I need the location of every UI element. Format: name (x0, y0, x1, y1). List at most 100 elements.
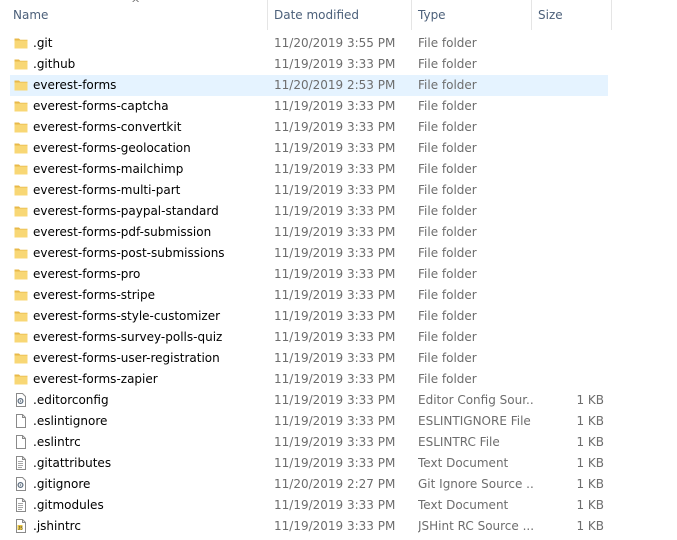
file-row[interactable]: everest-forms-paypal-standard 11/19/2019 … (10, 201, 608, 222)
file-name: everest-forms-pdf-submission (33, 225, 212, 239)
file-type: File folder (418, 351, 477, 365)
column-divider[interactable] (411, 0, 412, 30)
file-size: 1 KB (576, 477, 604, 491)
file-size (540, 348, 604, 369)
file-row[interactable]: everest-forms-convertkit 11/19/2019 3:33 … (10, 117, 608, 138)
file-name: .eslintrc (33, 435, 81, 449)
folder-icon (14, 222, 28, 243)
column-divider[interactable] (611, 0, 612, 30)
file-type: Text Document (418, 456, 509, 470)
file-type: File folder (418, 120, 477, 134)
file-type: File folder (418, 309, 477, 323)
file-row[interactable]: everest-forms-mailchimp 11/19/2019 3:33 P… (10, 159, 608, 180)
file-date-modified: 11/19/2019 3:33 PM (274, 519, 396, 533)
folder-icon (14, 180, 28, 201)
file-size (540, 75, 604, 96)
file-row[interactable]: .git 11/20/2019 3:55 PM File folder (10, 33, 608, 54)
file-row[interactable]: everest-forms-stripe 11/19/2019 3:33 PM Fi… (10, 285, 608, 306)
file-size: 1 KB (576, 414, 604, 428)
file-date-modified: 11/20/2019 2:53 PM (274, 78, 396, 92)
folder-icon (14, 117, 28, 138)
file-size (540, 222, 604, 243)
file-row[interactable]: everest-forms-style-customizer 11/19/2019… (10, 306, 608, 327)
file-date-modified: 11/19/2019 3:33 PM (274, 414, 396, 428)
file-name: everest-forms-mailchimp (33, 162, 184, 176)
file-row[interactable]: .editorconfig 11/19/2019 3:33 PM Editor Co… (10, 390, 608, 411)
file-name: .gitattributes (33, 456, 112, 470)
file-type: File folder (418, 162, 477, 176)
file-row[interactable]: everest-forms-captcha 11/19/2019 3:33 PM F… (10, 96, 608, 117)
script-file-icon: JS (14, 516, 28, 537)
file-type: File folder (418, 183, 477, 197)
file-row[interactable]: everest-forms-pdf-submission 11/19/2019 3… (10, 222, 608, 243)
column-divider[interactable] (267, 0, 268, 30)
file-name: everest-forms-stripe (33, 288, 155, 302)
column-header-size[interactable]: Size (538, 0, 608, 30)
file-date-modified: 11/19/2019 3:33 PM (274, 435, 396, 449)
file-row[interactable]: everest-forms 11/20/2019 2:53 PM File fold… (10, 75, 608, 96)
file-row[interactable]: everest-forms-pro 11/19/2019 3:33 PM File … (10, 264, 608, 285)
file-name: .gitignore (33, 477, 91, 491)
file-name: everest-forms-paypal-standard (33, 204, 219, 218)
column-header-name[interactable]: Name (13, 0, 263, 30)
file-size (540, 285, 604, 306)
file-date-modified: 11/19/2019 3:33 PM (274, 393, 396, 407)
file-type: JSHint RC Source ... (418, 519, 534, 533)
file-type: Text Document (418, 498, 509, 512)
file-type: ESLINTRC File (418, 435, 500, 449)
file-name: everest-forms-multi-part (33, 183, 181, 197)
file-type: File folder (418, 288, 477, 302)
column-header-bar: ^ Name Date modified Type Size (0, 0, 677, 30)
file-type: ESLINTIGNORE File (418, 414, 531, 428)
file-name: everest-forms-user-registration (33, 351, 220, 365)
file-row[interactable]: everest-forms-geolocation 11/19/2019 3:33… (10, 138, 608, 159)
file-name: everest-forms (33, 78, 117, 92)
text-file-icon (14, 453, 28, 474)
file-date-modified: 11/19/2019 3:33 PM (274, 330, 396, 344)
file-date-modified: 11/19/2019 3:33 PM (274, 351, 396, 365)
file-row[interactable]: .gitmodules 11/19/2019 3:33 PM Text Docume… (10, 495, 608, 516)
file-row[interactable]: JS .jshintrc 11/19/2019 3:33 PM JSHint RC S… (10, 516, 608, 537)
file-date-modified: 11/19/2019 3:33 PM (274, 99, 396, 113)
file-row[interactable]: .eslintrc 11/19/2019 3:33 PM ESLINTRC File… (10, 432, 608, 453)
file-name: everest-forms-pro (33, 267, 141, 281)
config-file-icon (14, 474, 28, 495)
file-row[interactable]: .gitignore 11/20/2019 2:27 PM Git Ignore S… (10, 474, 608, 495)
folder-icon (14, 159, 28, 180)
file-size (540, 243, 604, 264)
file-size (540, 33, 604, 54)
file-date-modified: 11/19/2019 3:33 PM (274, 372, 396, 386)
file-name: everest-forms-style-customizer (33, 309, 221, 323)
file-row[interactable]: .eslintignore 11/19/2019 3:33 PM ESLINTIGN… (10, 411, 608, 432)
file-name: everest-forms-survey-polls-quiz (33, 330, 223, 344)
file-row[interactable]: everest-forms-post-submissions 11/19/2019… (10, 243, 608, 264)
file-name: everest-forms-zapier (33, 372, 158, 386)
file-name: .git (33, 36, 53, 50)
folder-icon (14, 201, 28, 222)
file-date-modified: 11/19/2019 3:33 PM (274, 246, 396, 260)
file-size (540, 327, 604, 348)
file-row[interactable]: everest-forms-survey-polls-quiz 11/19/201… (10, 327, 608, 348)
file-row[interactable]: everest-forms-user-registration 11/19/201… (10, 348, 608, 369)
file-size (540, 117, 604, 138)
folder-icon (14, 138, 28, 159)
column-header-type[interactable]: Type (418, 0, 528, 30)
file-name: .gitmodules (33, 498, 104, 512)
file-row[interactable]: everest-forms-multi-part 11/19/2019 3:33 … (10, 180, 608, 201)
column-header-date[interactable]: Date modified (274, 0, 409, 30)
folder-icon (14, 264, 28, 285)
file-type: File folder (418, 372, 477, 386)
file-row[interactable]: .github 11/19/2019 3:33 PM File folder (10, 54, 608, 75)
file-row[interactable]: everest-forms-zapier 11/19/2019 3:33 PM Fi… (10, 369, 608, 390)
file-size (540, 96, 604, 117)
folder-icon (14, 75, 28, 96)
file-type: Git Ignore Source ... (418, 477, 534, 491)
file-size (540, 159, 604, 180)
folder-icon (14, 369, 28, 390)
column-divider[interactable] (531, 0, 532, 30)
config-file-icon (14, 390, 28, 411)
file-row[interactable]: .gitattributes 11/19/2019 3:33 PM Text Doc… (10, 453, 608, 474)
folder-icon (14, 33, 28, 54)
file-size: 1 KB (576, 498, 604, 512)
file-type: File folder (418, 78, 477, 92)
